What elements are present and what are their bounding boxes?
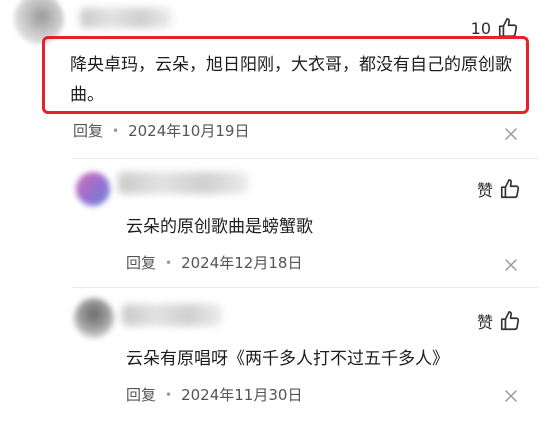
reply-meta: 回复 • 2024年11月30日 [126,384,302,405]
divider [72,287,539,288]
reply-button[interactable]: 回复 [126,252,156,273]
like-label: 赞 [476,313,493,332]
reply-text: 云朵的原创歌曲是螃蟹歌 [126,217,313,237]
reply-date: 2024年12月18日 [181,254,303,272]
like-label: 赞 [476,181,493,200]
username-blurred[interactable] [122,304,222,326]
reply-button[interactable]: 回复 [126,384,156,405]
close-icon[interactable] [505,259,517,271]
comment-text: 降央卓玛，云朵，旭日阳刚，大衣哥，都没有自己的原创歌曲。 [70,55,512,105]
like-button[interactable]: 赞 [477,309,521,333]
avatar[interactable] [74,298,114,338]
separator-dot: • [112,123,120,138]
username-blurred[interactable] [80,8,172,28]
reply-date: 2024年11月30日 [181,386,303,404]
divider [72,158,539,159]
avatar[interactable] [76,172,110,206]
close-icon[interactable] [505,390,517,402]
like-count: 10 [470,18,491,38]
username-blurred[interactable] [118,172,248,194]
separator-dot: • [165,255,173,270]
thumbs-up-icon [500,179,520,199]
close-icon[interactable] [505,128,517,140]
comment-date: 2024年10月19日 [128,122,250,140]
like-button[interactable]: 赞 [477,177,521,201]
reply-meta: 回复 • 2024年12月18日 [126,252,302,273]
thumbs-up-icon [500,311,520,331]
reply-button[interactable]: 回复 [73,120,103,141]
comment-meta: 回复 • 2024年10月19日 [73,120,249,141]
separator-dot: • [165,387,173,402]
reply-text: 云朵有原唱呀《两千多人打不过五千多人》 [126,349,449,369]
